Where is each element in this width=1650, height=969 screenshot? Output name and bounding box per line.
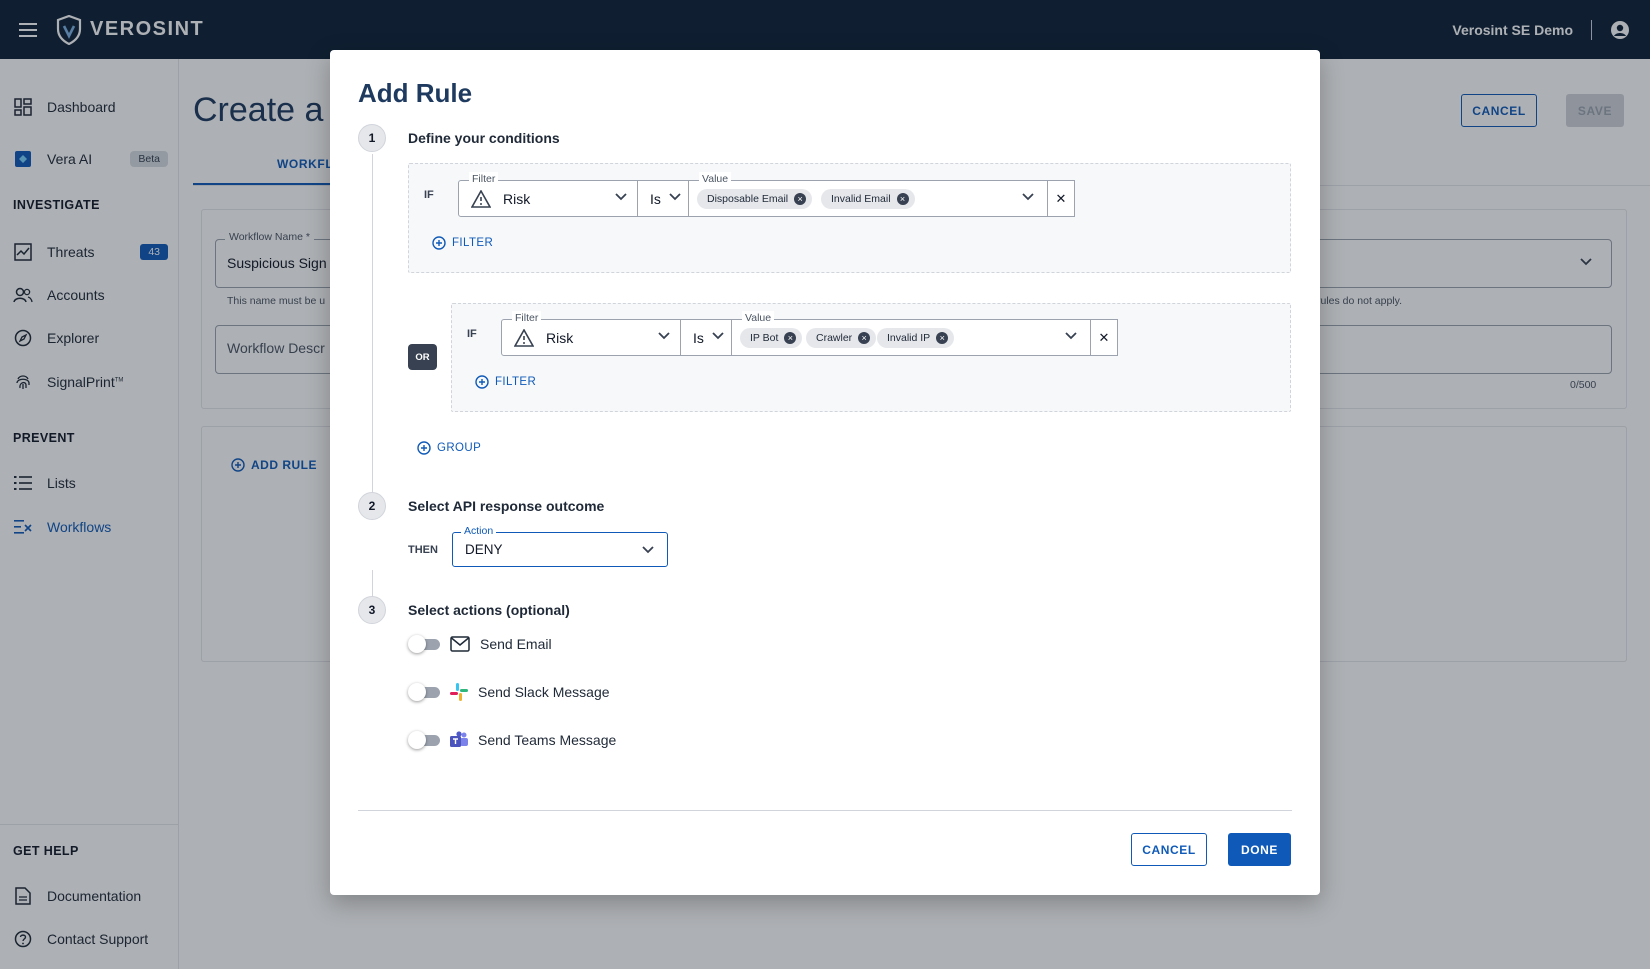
- dialog-cancel-button[interactable]: CANCEL: [1131, 833, 1207, 866]
- toggle-label: Send Slack Message: [478, 684, 610, 700]
- filter-select[interactable]: Filter Risk: [458, 172, 638, 217]
- value-multiselect[interactable]: Value Disposable Email × Invalid Email ×: [688, 172, 1048, 217]
- add-filter-button[interactable]: FILTER: [432, 236, 493, 250]
- warning-icon: [514, 329, 534, 347]
- value-label: Value: [699, 172, 732, 186]
- warning-icon: [471, 190, 491, 208]
- operator-select[interactable]: Is: [680, 319, 732, 356]
- filter-label: Filter: [512, 311, 542, 325]
- add-filter-label: FILTER: [452, 237, 494, 249]
- if-label: IF: [424, 189, 434, 201]
- chevron-down-icon: [712, 332, 724, 340]
- action-label: Action: [461, 525, 497, 538]
- step-number: 2: [358, 492, 386, 520]
- close-icon: ✕: [1055, 190, 1067, 206]
- chip-remove-icon[interactable]: ×: [794, 193, 807, 205]
- value-multiselect[interactable]: Value IP Bot × Crawler × Invalid IP ×: [731, 311, 1091, 356]
- dialog-title: Add Rule: [358, 78, 473, 108]
- chevron-down-icon: [615, 193, 627, 201]
- add-circle-icon: [475, 375, 489, 389]
- chevron-down-icon: [1065, 332, 1077, 340]
- add-group-button[interactable]: GROUP: [417, 441, 481, 455]
- or-badge: OR: [408, 344, 437, 370]
- value-chip[interactable]: Invalid IP ×: [877, 328, 955, 348]
- add-rule-dialog: Add Rule 1 Define your conditions IF Fil…: [330, 50, 1320, 895]
- step-number: 3: [358, 596, 386, 624]
- send-email-toggle[interactable]: [408, 635, 440, 653]
- dialog-done-button[interactable]: DONE: [1228, 833, 1291, 866]
- send-teams-option: Send Teams Message: [408, 731, 616, 749]
- operator-select[interactable]: Is: [637, 180, 689, 217]
- operator-value: Is: [693, 330, 704, 346]
- value-chip[interactable]: Invalid Email ×: [821, 189, 915, 209]
- value-chip[interactable]: Disposable Email ×: [697, 189, 813, 209]
- send-email-option: Send Email: [408, 635, 552, 653]
- toggle-label: Send Email: [480, 636, 552, 652]
- add-filter-label: FILTER: [495, 376, 537, 388]
- send-teams-toggle[interactable]: [408, 731, 440, 749]
- chip-remove-icon[interactable]: ×: [858, 332, 871, 344]
- action-select[interactable]: Action DENY: [452, 525, 668, 567]
- envelope-icon: [450, 636, 470, 652]
- chevron-down-icon: [669, 193, 681, 201]
- toggle-label: Send Teams Message: [478, 732, 617, 748]
- remove-condition-button[interactable]: ✕: [1090, 319, 1118, 356]
- chevron-down-icon: [642, 546, 654, 554]
- value-label: Value: [742, 311, 775, 325]
- operator-value: Is: [650, 191, 661, 207]
- teams-icon: [450, 731, 468, 747]
- step-connector: [372, 154, 373, 520]
- remove-condition-button[interactable]: ✕: [1047, 180, 1075, 217]
- chip-remove-icon[interactable]: ×: [784, 332, 797, 344]
- add-filter-button[interactable]: FILTER: [475, 375, 536, 389]
- add-circle-icon: [417, 441, 431, 455]
- send-slack-toggle[interactable]: [408, 683, 440, 701]
- chevron-down-icon: [658, 332, 670, 340]
- step-title: Select API response outcome: [408, 498, 605, 514]
- step-title: Define your conditions: [408, 130, 560, 146]
- filter-value: Risk: [503, 191, 531, 207]
- add-circle-icon: [432, 236, 446, 250]
- filter-label: Filter: [469, 172, 499, 186]
- close-icon: ✕: [1098, 329, 1110, 345]
- filter-select[interactable]: Filter Risk: [501, 311, 681, 356]
- action-value: DENY: [465, 542, 503, 557]
- dialog-divider: [358, 810, 1292, 811]
- chevron-down-icon: [1022, 193, 1034, 201]
- slack-icon: [450, 683, 468, 701]
- filter-value: Risk: [546, 330, 574, 346]
- then-label: THEN: [408, 544, 438, 556]
- value-chip[interactable]: Crawler ×: [806, 328, 877, 348]
- add-group-label: GROUP: [437, 442, 482, 454]
- chip-remove-icon[interactable]: ×: [936, 332, 949, 344]
- if-label: IF: [467, 328, 477, 340]
- value-chip[interactable]: IP Bot ×: [740, 328, 803, 348]
- step-number: 1: [358, 124, 386, 152]
- step-title: Select actions (optional): [408, 602, 570, 618]
- chip-remove-icon[interactable]: ×: [896, 193, 909, 205]
- send-slack-option: Send Slack Message: [408, 683, 610, 701]
